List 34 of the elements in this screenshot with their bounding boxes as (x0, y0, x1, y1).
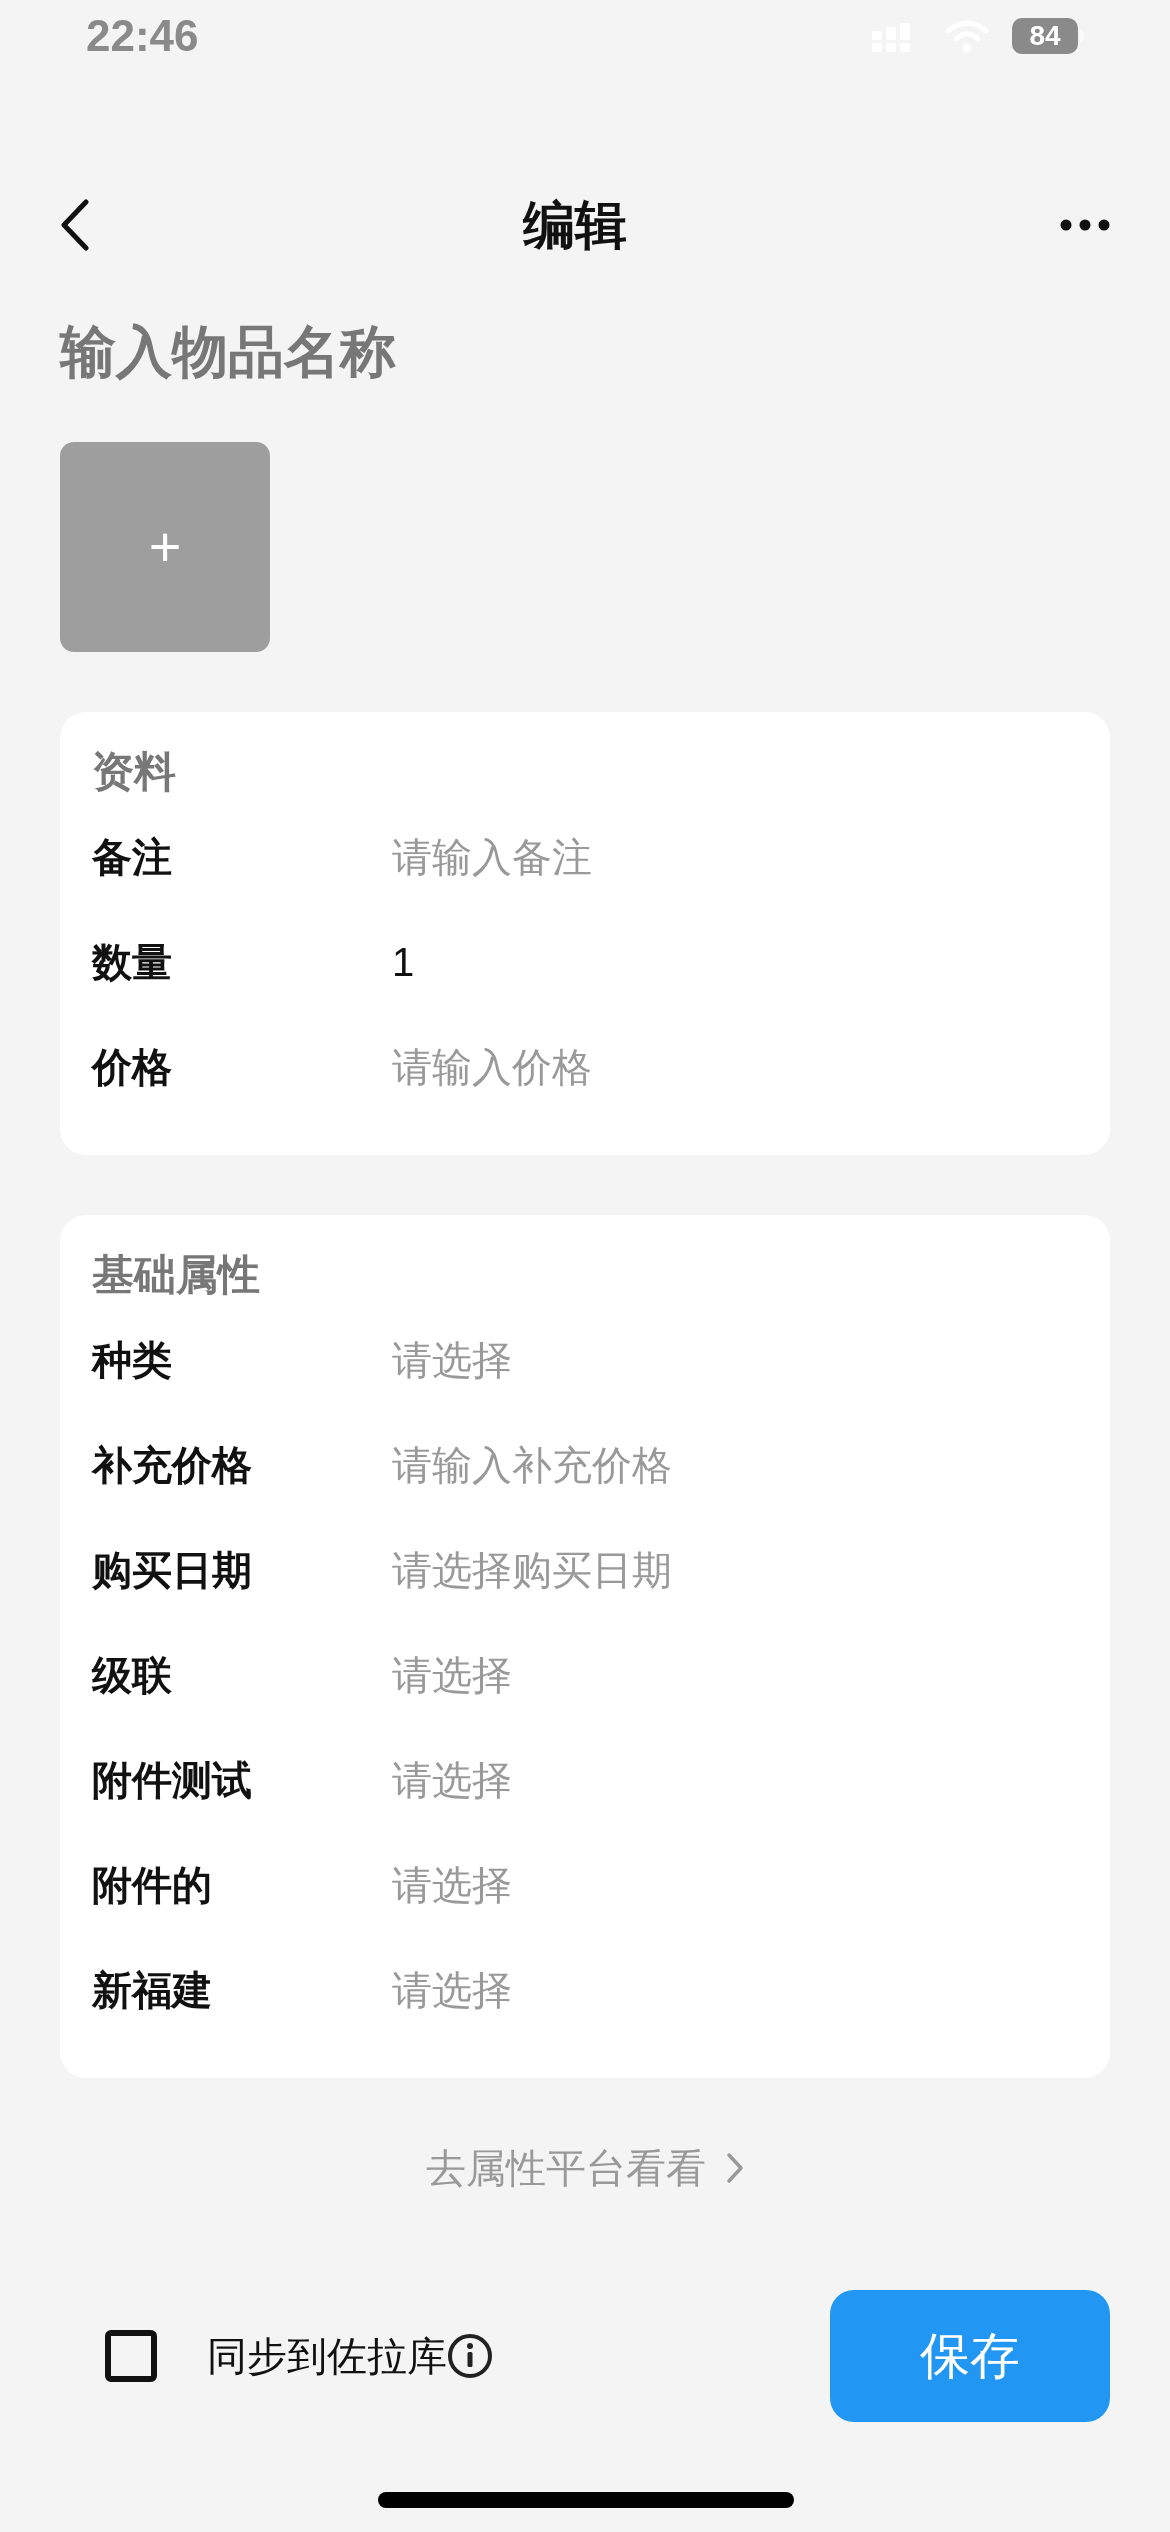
section-title: 资料 (92, 747, 177, 797)
field-input[interactable]: 请选择购买日期 (392, 1539, 1078, 1600)
field-label: 备注 (92, 833, 173, 881)
add-photo-button[interactable]: + (60, 442, 270, 652)
chevron-icon (726, 2152, 744, 2184)
save-button[interactable]: 保存 (830, 2290, 1110, 2422)
field-label: 数量 (92, 938, 173, 986)
section-title: 基础属性 (92, 1250, 261, 1300)
field-input[interactable]: 请选择 (392, 1854, 1078, 1915)
attribute-platform-link[interactable]: 去属性平台看看 (426, 2138, 744, 2198)
field-input[interactable]: 请选择 (392, 1644, 1078, 1705)
sync-label: 同步到佐拉库 (207, 2333, 447, 2380)
field-input[interactable]: 请输入补充价格 (392, 1434, 1078, 1495)
field-input[interactable]: 请选择 (392, 1749, 1078, 1810)
status-time: 22:46 (86, 10, 199, 62)
field-label: 购买日期 (92, 1546, 253, 1594)
field-input[interactable]: 请选择 (392, 1959, 1078, 2020)
field-label: 附件的 (92, 1861, 213, 1909)
sync-checkbox[interactable] (105, 2330, 157, 2382)
field-label: 新福建 (92, 1966, 213, 2014)
field-input[interactable]: 请选择 (392, 1329, 1078, 1390)
more-icon[interactable] (1060, 219, 1110, 231)
field-label: 级联 (92, 1651, 173, 1699)
field-input[interactable]: 1 (392, 931, 1078, 992)
item-name-field[interactable]: 输入物品名称 (60, 312, 1110, 392)
back-icon[interactable] (60, 199, 90, 251)
page-title: 编辑 (523, 195, 627, 256)
field-label: 种类 (92, 1336, 173, 1384)
info-icon[interactable] (447, 2333, 493, 2379)
field-input[interactable]: 请输入价格 (392, 1036, 1078, 1097)
field-label: 价格 (92, 1043, 173, 1091)
field-input[interactable]: 请输入备注 (392, 826, 1078, 887)
field-label: 补充价格 (92, 1441, 253, 1489)
field-label: 附件测试 (92, 1756, 253, 1804)
